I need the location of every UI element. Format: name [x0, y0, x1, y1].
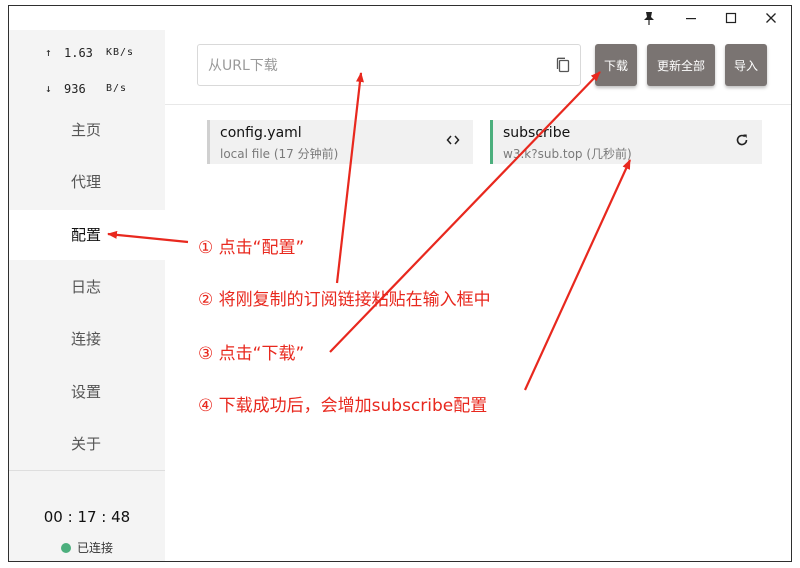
profile-card-subscribe[interactable]: subscribe w3.k?sub.top (几秒前) [490, 120, 762, 164]
upload-unit: KB/s [106, 47, 135, 58]
upload-speed: ↑ 1.63 KB/s [9, 43, 165, 65]
annotation-step-2: ② 将刚复制的订阅链接粘贴在输入框中 [198, 290, 491, 310]
url-input[interactable] [206, 54, 540, 78]
profile-card-config[interactable]: config.yaml local file (17 分钟前) [207, 120, 473, 164]
connection-status-label: 已连接 [77, 541, 114, 555]
download-button[interactable]: 下载 [595, 44, 637, 86]
sidebar-item-profiles[interactable]: 配置 [9, 210, 165, 260]
sidebar-item-proxy[interactable]: 代理 [9, 157, 165, 207]
import-button[interactable]: 导入 [725, 44, 767, 86]
sidebar-item-about[interactable]: 关于 [9, 419, 165, 469]
refresh-icon[interactable] [734, 132, 750, 148]
sidebar-item-settings[interactable]: 设置 [9, 367, 165, 417]
sidebar: ↑ 1.63 KB/s ↓ 936 B/s 主页 代理 配置 日志 连接 设置 … [9, 30, 165, 561]
profile-name: subscribe [503, 125, 571, 141]
connection-status: 已连接 [61, 539, 113, 556]
toolbar-divider [165, 104, 791, 105]
profile-desc: local file (17 分钟前) [220, 147, 339, 161]
maximize-icon[interactable] [711, 6, 751, 30]
uptime-timer: 00 : 17 : 48 [43, 508, 131, 526]
profile-desc: w3.k?sub.top (几秒前) [503, 147, 632, 161]
minimize-icon[interactable] [671, 6, 711, 30]
annotation-step-3: ③ 点击“下载” [198, 344, 305, 364]
download-arrow-icon: ↓ [45, 82, 52, 95]
sidebar-item-connections[interactable]: 连接 [9, 314, 165, 364]
sidebar-item-logs[interactable]: 日志 [9, 262, 165, 312]
upload-value: 1.63 [64, 46, 93, 60]
annotation-step-1: ① 点击“配置” [198, 238, 305, 258]
url-field [197, 44, 581, 86]
upload-arrow-icon: ↑ [45, 46, 52, 59]
app-window: ↑ 1.63 KB/s ↓ 936 B/s 主页 代理 配置 日志 连接 设置 … [8, 5, 792, 562]
sidebar-divider [9, 470, 165, 471]
download-unit: B/s [106, 83, 128, 94]
profile-name: config.yaml [220, 125, 302, 141]
update-all-button[interactable]: 更新全部 [647, 44, 715, 86]
pin-icon[interactable] [629, 6, 669, 30]
sidebar-item-home[interactable]: 主页 [9, 105, 165, 155]
status-dot-icon [61, 542, 71, 553]
download-toolbar: 下载 更新全部 导入 [165, 30, 791, 105]
copy-icon[interactable] [554, 56, 572, 74]
annotation-step-4: ④ 下载成功后，会增加subscribe配置 [198, 396, 488, 416]
download-speed: ↓ 936 B/s [9, 79, 165, 101]
title-bar [9, 6, 791, 30]
download-value: 936 [64, 82, 86, 96]
close-icon[interactable] [751, 6, 791, 30]
code-icon[interactable] [445, 132, 461, 148]
